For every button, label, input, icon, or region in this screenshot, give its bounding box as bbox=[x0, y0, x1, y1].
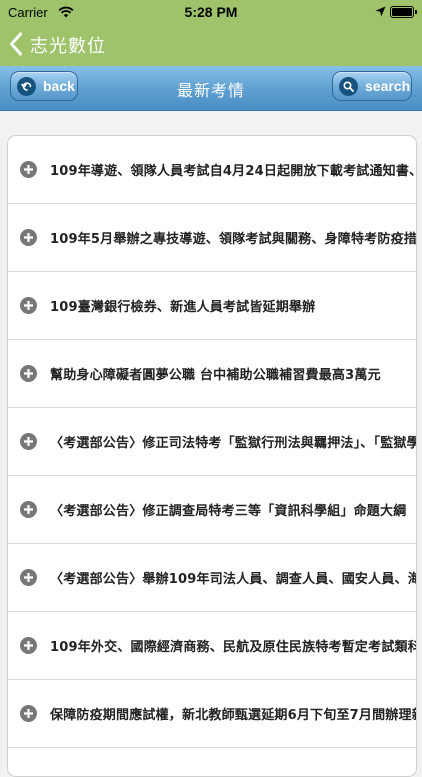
news-list-item[interactable]: 109年5月舉辦之專技導遊、領隊考試與關務、身障特考防疫措施 bbox=[8, 204, 416, 272]
news-title: 〈考選部公告〉修正調查局特考三等「資訊科學組」命題大綱 bbox=[50, 504, 407, 519]
search-button[interactable]: search bbox=[332, 71, 412, 101]
news-title: 109年外交、國際經濟商務、民航及原住民族特考暫定考試類科 bbox=[50, 640, 416, 655]
news-list-item[interactable]: 〈考選部公告〉修正調查局特考三等「資訊科學組」命題大綱 bbox=[8, 476, 416, 544]
expand-plus-icon[interactable] bbox=[20, 365, 37, 382]
news-title: 109年導遊、領隊人員考試自4月24日起開放下載考試通知書、准 bbox=[50, 164, 416, 179]
news-title: 〈考選部公告〉修正司法特考「監獄行刑法與羈押法」、「監獄學 bbox=[50, 436, 416, 451]
news-list: 109年導遊、領隊人員考試自4月24日起開放下載考試通知書、准 109年5月舉辦… bbox=[7, 135, 417, 777]
expand-plus-icon[interactable] bbox=[20, 705, 37, 722]
chevron-left-icon[interactable] bbox=[9, 32, 23, 60]
search-button-label: search bbox=[365, 78, 411, 94]
news-list-item[interactable]: 保障防疫期間應試權，新北教師甄選延期6月下旬至7月間辦理新 bbox=[8, 680, 416, 748]
expand-plus-icon[interactable] bbox=[20, 501, 37, 518]
expand-plus-icon[interactable] bbox=[20, 433, 37, 450]
news-list-item[interactable]: 109臺灣銀行檢券、新進人員考試皆延期舉辦 bbox=[8, 272, 416, 340]
app-title[interactable]: 志光數位 bbox=[30, 32, 106, 58]
status-bar: Carrier 5:28 PM bbox=[0, 0, 422, 24]
expand-plus-icon[interactable] bbox=[20, 161, 37, 178]
expand-plus-icon[interactable] bbox=[20, 297, 37, 314]
news-title: 109年5月舉辦之專技導遊、領隊考試與關務、身障特考防疫措施 bbox=[50, 232, 416, 247]
news-list-item[interactable]: 109年導遊、領隊人員考試自4月24日起開放下載考試通知書、准 bbox=[8, 136, 416, 204]
expand-plus-icon[interactable] bbox=[20, 229, 37, 246]
search-icon bbox=[339, 76, 358, 96]
location-arrow-icon bbox=[375, 5, 386, 20]
nav-bar: back 最新考情 search bbox=[0, 66, 422, 111]
news-title: 保障防疫期間應試權，新北教師甄選延期6月下旬至7月間辦理新 bbox=[50, 708, 416, 723]
news-list-item[interactable]: 〈考選部公告〉修正司法特考「監獄行刑法與羈押法」、「監獄學 bbox=[8, 408, 416, 476]
expand-plus-icon[interactable] bbox=[20, 637, 37, 654]
expand-plus-icon[interactable] bbox=[20, 569, 37, 586]
news-list-item[interactable]: 109年外交、國際經濟商務、民航及原住民族特考暫定考試類科 bbox=[8, 612, 416, 680]
news-list-item[interactable]: 〈考選部公告〉舉辦109年司法人員、調查人員、國安人員、海巡 bbox=[8, 544, 416, 612]
news-list-item[interactable]: 幫助身心障礙者圓夢公職 台中補助公職補習費最高3萬元 bbox=[8, 340, 416, 408]
app-title-bar: 志光數位 bbox=[0, 24, 422, 66]
news-title: 109臺灣銀行檢券、新進人員考試皆延期舉辦 bbox=[50, 300, 316, 315]
news-title: 〈考選部公告〉舉辦109年司法人員、調查人員、國安人員、海巡 bbox=[50, 572, 416, 587]
status-time: 5:28 PM bbox=[184, 4, 238, 20]
battery-icon bbox=[390, 6, 417, 18]
news-title: 幫助身心障礙者圓夢公職 台中補助公職補習費最高3萬元 bbox=[50, 368, 381, 383]
